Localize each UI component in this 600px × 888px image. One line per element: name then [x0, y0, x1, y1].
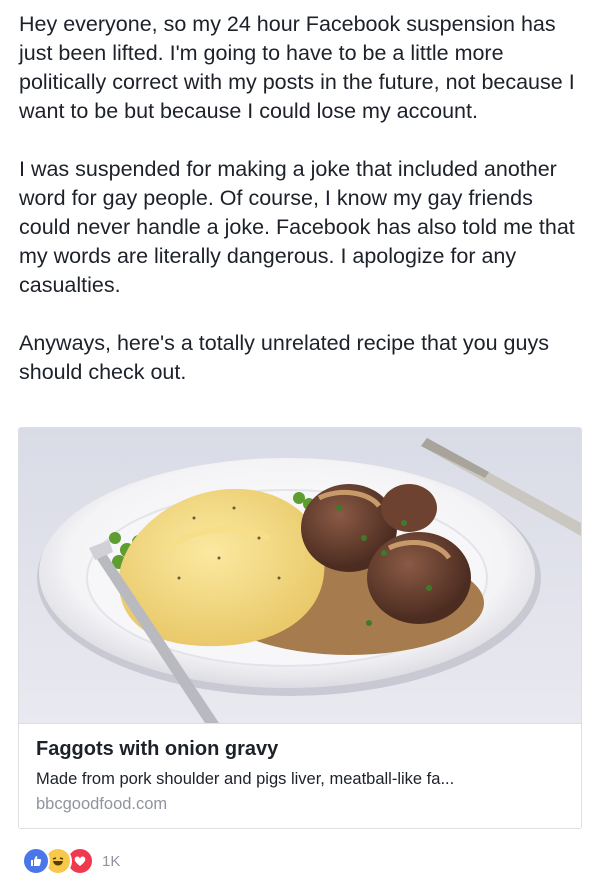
link-description: Made from pork shoulder and pigs liver, … [36, 770, 455, 788]
post-paragraph-1: Hey everyone, so my 24 hour Facebook sus… [19, 12, 575, 123]
food-plate-photo [19, 428, 581, 723]
post-body: Hey everyone, so my 24 hour Facebook sus… [19, 10, 584, 416]
post-paragraph-3: Anyways, here's a totally unrelated reci… [19, 331, 549, 384]
link-domain: bbcgoodfood.com [36, 795, 168, 813]
link-title[interactable]: Faggots with onion gravy [36, 738, 278, 761]
post-paragraph-2: I was suspended for making a joke that i… [19, 157, 575, 297]
reactions-summary[interactable]: 1K [22, 847, 120, 875]
link-preview-image[interactable] [19, 428, 581, 723]
reaction-count[interactable]: 1K [102, 853, 120, 870]
facebook-post: Hey everyone, so my 24 hour Facebook sus… [0, 0, 600, 888]
link-preview-meta[interactable]: Faggots with onion gravy Made from pork … [19, 723, 581, 828]
like-icon [22, 847, 50, 875]
link-preview-card[interactable]: Faggots with onion gravy Made from pork … [18, 427, 582, 829]
